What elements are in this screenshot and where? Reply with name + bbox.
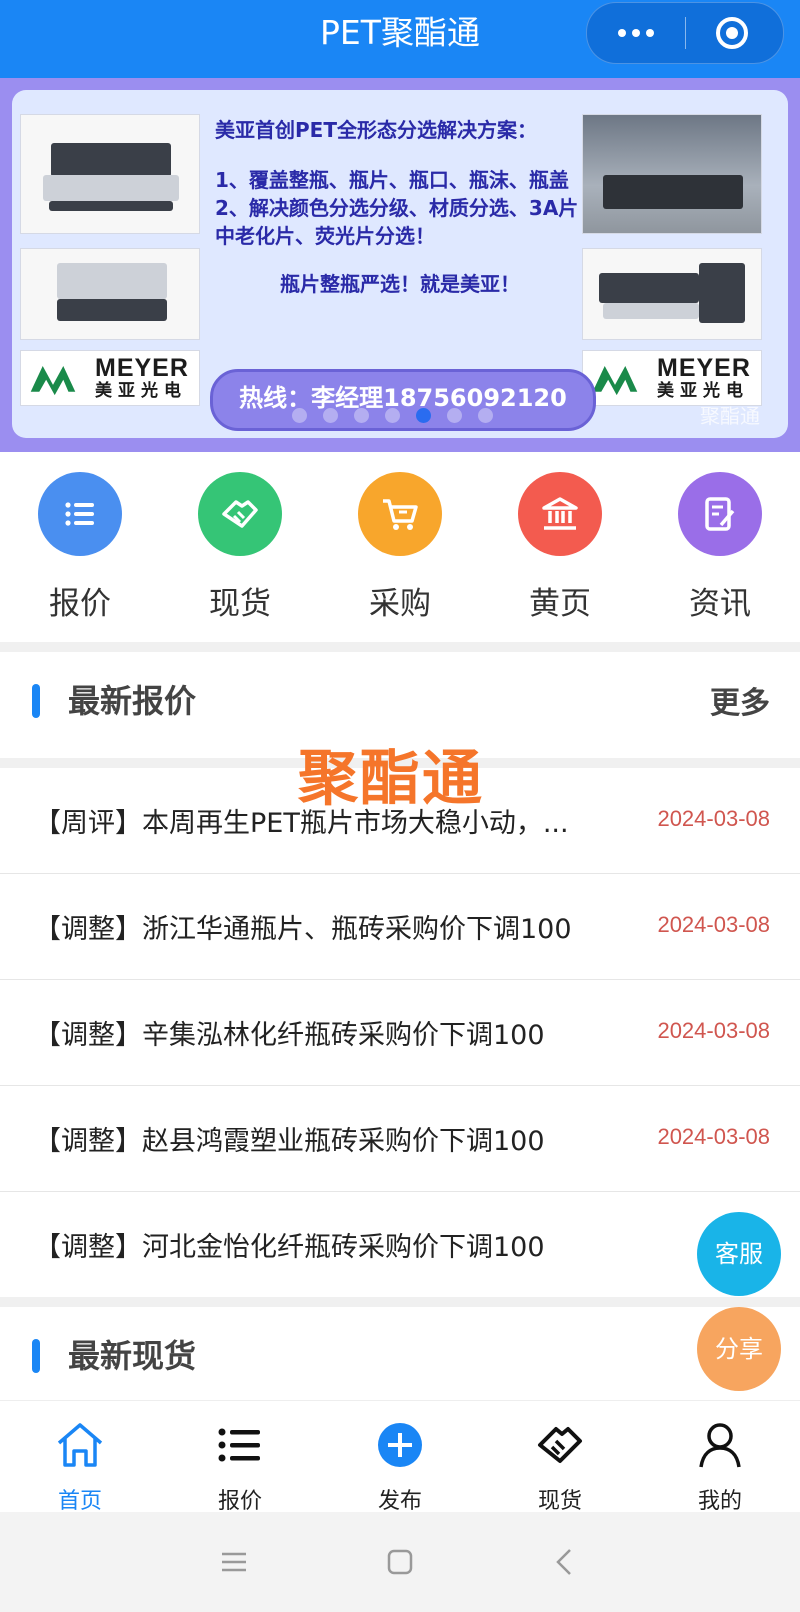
more-link[interactable]: 更多 [710, 678, 770, 722]
nav-item-quote[interactable]: 报价 [0, 472, 160, 623]
cart-icon [358, 472, 442, 556]
carousel-dots[interactable] [292, 408, 493, 423]
sorter-machine-image-2 [20, 248, 200, 340]
tab-quote[interactable]: 报价 [160, 1419, 320, 1515]
nav-item-purchase[interactable]: 采购 [320, 472, 480, 623]
ad-banner[interactable]: MEYER 美亚光电 MEYER 美亚光电 美亚首创PET全形态分选解决方案： … [0, 78, 800, 452]
bank-icon [518, 472, 602, 556]
list-icon [38, 472, 122, 556]
close-target-icon[interactable] [715, 16, 749, 50]
customer-service-button[interactable]: 客服 [697, 1212, 781, 1296]
miniprogram-capsule [586, 2, 784, 64]
banner-text: 美亚首创PET全形态分选解决方案： 1、覆盖整瓶、瓶片、瓶口、瓶沫、瓶盖 2、解… [215, 118, 579, 296]
tab-home[interactable]: 首页 [0, 1419, 160, 1515]
recent-apps-icon[interactable] [216, 1544, 252, 1580]
edit-icon [678, 472, 762, 556]
category-nav: 报价 现货 采购 黄页 资讯 [0, 452, 800, 642]
list-item[interactable]: 【调整】赵县鸿霞塑业瓶砖采购价下调100 2024-03-08 [0, 1086, 800, 1192]
list-icon [218, 1428, 260, 1462]
nav-item-news[interactable]: 资讯 [640, 472, 800, 623]
conveyor-machine-image [582, 248, 762, 340]
more-menu-button[interactable] [587, 3, 685, 63]
factory-photo [582, 114, 762, 234]
tab-spot[interactable]: 现货 [480, 1419, 640, 1515]
list-item[interactable]: 【调整】河北金怡化纤瓶砖采购价下调100 2024 [0, 1192, 800, 1298]
sorter-machine-image [20, 114, 200, 234]
brand-watermark: 聚酯通 [298, 744, 484, 814]
back-icon[interactable] [548, 1544, 584, 1580]
app-header: PET聚酯通 [0, 0, 800, 78]
banner-watermark: 聚酯通 [700, 404, 760, 428]
bottom-tabbar: 首页 报价 发布 现货 我的 [0, 1400, 800, 1515]
handshake-icon [538, 1427, 582, 1463]
tab-publish[interactable]: 发布 [320, 1419, 480, 1515]
list-item[interactable]: 【调整】辛集泓林化纤瓶砖采购价下调100 2024-03-08 [0, 980, 800, 1086]
home-square-icon[interactable] [382, 1544, 418, 1580]
nav-item-yellowpages[interactable]: 黄页 [480, 472, 640, 623]
latest-spot-header: 最新现货 [0, 1307, 800, 1399]
nav-item-spot[interactable]: 现货 [160, 472, 320, 623]
share-button[interactable]: 分享 [697, 1307, 781, 1391]
handshake-icon [198, 472, 282, 556]
meyer-logo-2: MEYER 美亚光电 [582, 350, 762, 406]
plus-circle-icon [378, 1423, 422, 1467]
system-nav-bar [0, 1512, 800, 1612]
user-icon [699, 1423, 741, 1468]
tab-mine[interactable]: 我的 [640, 1419, 800, 1515]
list-item[interactable]: 【调整】浙江华通瓶片、瓶砖采购价下调100 2024-03-08 [0, 874, 800, 980]
meyer-logo: MEYER 美亚光电 [20, 350, 200, 406]
home-icon [57, 1423, 103, 1467]
section-title: 最新报价 [68, 682, 197, 720]
section-title: 最新现货 [68, 1337, 197, 1375]
